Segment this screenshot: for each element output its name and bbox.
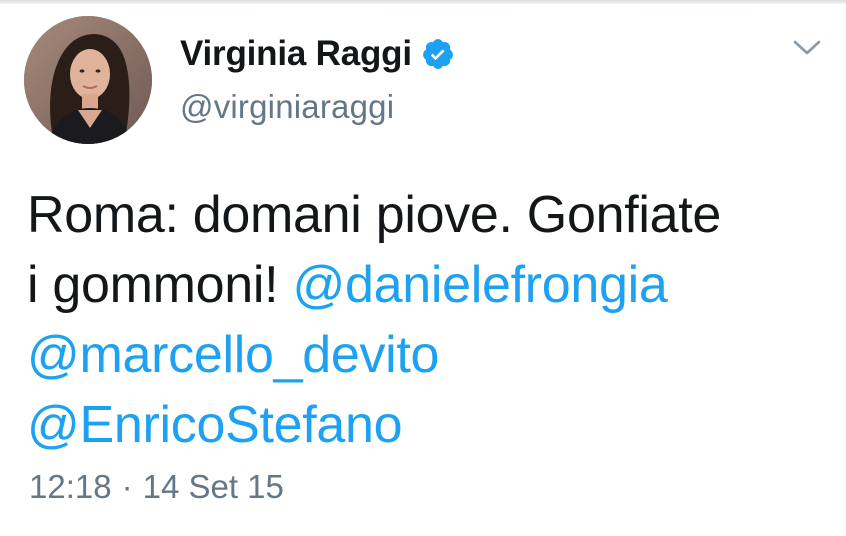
mention-link-marcello-devito[interactable]: @marcello_devito	[27, 326, 439, 384]
tweet-text: Roma: domani piove. Gonfiate i gommoni! …	[27, 180, 817, 460]
mention-link-enricostefano[interactable]: @EnricoStefano	[27, 396, 403, 454]
author-block: Virginia Raggi @virginiaraggi	[180, 32, 455, 126]
avatar[interactable]	[24, 16, 152, 144]
chevron-down-icon[interactable]	[792, 38, 822, 58]
verified-badge-icon	[421, 37, 455, 71]
tweet-text-line1: Roma: domani piove. Gonfiate	[27, 186, 721, 244]
display-name[interactable]: Virginia Raggi	[180, 34, 412, 74]
top-divider	[0, 0, 846, 4]
tweet-timestamp[interactable]: 12:18 · 14 Set 15	[29, 468, 284, 506]
tweet-date: 14 Set 15	[142, 468, 284, 505]
timestamp-separator: ·	[121, 468, 133, 505]
tweet-time: 12:18	[29, 468, 112, 505]
profile-photo-icon	[24, 16, 152, 144]
name-row: Virginia Raggi	[180, 32, 455, 76]
tweet-text-line2: i gommoni!	[27, 256, 279, 314]
user-handle[interactable]: @virginiaraggi	[180, 88, 455, 126]
tweet-card: Virginia Raggi @virginiaraggi Roma: doma…	[0, 0, 846, 536]
mention-link-danielefrongia[interactable]: @danielefrongia	[292, 256, 667, 314]
